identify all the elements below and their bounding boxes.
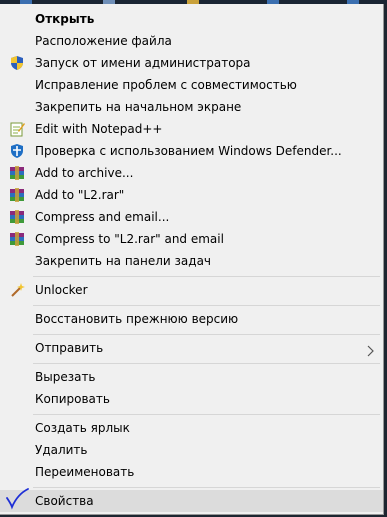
- menu-item-label: Проверка с использованием Windows Defend…: [35, 144, 342, 158]
- menu-item-delete[interactable]: Удалить: [0, 439, 383, 461]
- menu-item-label: Отправить: [35, 341, 104, 355]
- notepadpp-icon: [9, 121, 25, 137]
- menu-item-pin-taskbar[interactable]: Закрепить на панели задач: [0, 250, 383, 272]
- menu-item-properties[interactable]: Свойства: [0, 488, 383, 512]
- winrar-icon: [9, 209, 25, 225]
- menu-separator: [33, 414, 380, 415]
- menu-item-label: Восстановить прежнюю версию: [35, 312, 239, 326]
- menu-item-send-to[interactable]: Отправить: [0, 337, 383, 359]
- menu-separator: [33, 276, 380, 277]
- menu-separator: [33, 305, 380, 306]
- menu-item-unlocker[interactable]: Unlocker: [0, 279, 383, 301]
- menu-item-restore-previous[interactable]: Восстановить прежнюю версию: [0, 308, 383, 330]
- menu-item-open[interactable]: Открыть: [0, 8, 383, 30]
- menu-item-label: Копировать: [35, 392, 110, 406]
- menu-item-add-to-archive[interactable]: Add to archive...: [0, 162, 383, 184]
- winrar-icon: [9, 165, 25, 181]
- menu-item-label: Запуск от имени администратора: [35, 56, 251, 70]
- menu-separator: [33, 487, 380, 488]
- menu-item-label: Переименовать: [35, 465, 135, 479]
- menu-item-label: Создать ярлык: [35, 421, 130, 435]
- defender-icon: [9, 143, 25, 159]
- menu-item-label: Вырезать: [35, 370, 96, 384]
- menu-item-run-as-admin[interactable]: Запуск от имени администратора: [0, 52, 383, 74]
- uac-shield-icon: [9, 55, 25, 71]
- menu-item-label: Свойства: [35, 494, 94, 508]
- menu-item-label: Edit with Notepad++: [35, 122, 163, 136]
- menu-item-label: Compress and email...: [35, 210, 170, 224]
- menu-item-create-shortcut[interactable]: Создать ярлык: [0, 417, 383, 439]
- menu-item-compress-l2-email[interactable]: Compress to "L2.rar" and email: [0, 228, 383, 250]
- menu-item-label: Удалить: [35, 443, 88, 457]
- unlocker-wand-icon: [9, 282, 25, 298]
- menu-item-label: Закрепить на начальном экране: [35, 100, 242, 114]
- context-menu: Открыть Расположение файла Запуск от име…: [0, 4, 384, 515]
- menu-item-label: Add to "L2.rar": [35, 188, 125, 202]
- menu-separator: [33, 334, 380, 335]
- menu-item-rename[interactable]: Переименовать: [0, 461, 383, 483]
- menu-item-defender-scan[interactable]: Проверка с использованием Windows Defend…: [0, 140, 383, 162]
- winrar-icon: [9, 187, 25, 203]
- menu-item-label: Расположение файла: [35, 34, 172, 48]
- menu-separator: [33, 363, 380, 364]
- menu-item-label: Закрепить на панели задач: [35, 254, 212, 268]
- menu-item-label: Compress to "L2.rar" and email: [35, 232, 224, 246]
- menu-item-add-to-l2-rar[interactable]: Add to "L2.rar": [0, 184, 383, 206]
- menu-item-compress-email[interactable]: Compress and email...: [0, 206, 383, 228]
- menu-item-edit-notepadpp[interactable]: Edit with Notepad++: [0, 118, 383, 140]
- menu-item-pin-start[interactable]: Закрепить на начальном экране: [0, 96, 383, 118]
- menu-item-copy[interactable]: Копировать: [0, 388, 383, 410]
- menu-item-cut[interactable]: Вырезать: [0, 366, 383, 388]
- winrar-icon: [9, 231, 25, 247]
- menu-item-label: Unlocker: [35, 283, 88, 297]
- menu-item-label: Add to archive...: [35, 166, 134, 180]
- menu-item-label: Открыть: [35, 12, 95, 26]
- menu-item-file-location[interactable]: Расположение файла: [0, 30, 383, 52]
- checkmark-icon: [4, 488, 30, 510]
- chevron-right-icon: [364, 342, 376, 357]
- menu-item-troubleshoot-compat[interactable]: Исправление проблем с совместимостью: [0, 74, 383, 96]
- menu-item-label: Исправление проблем с совместимостью: [35, 78, 297, 92]
